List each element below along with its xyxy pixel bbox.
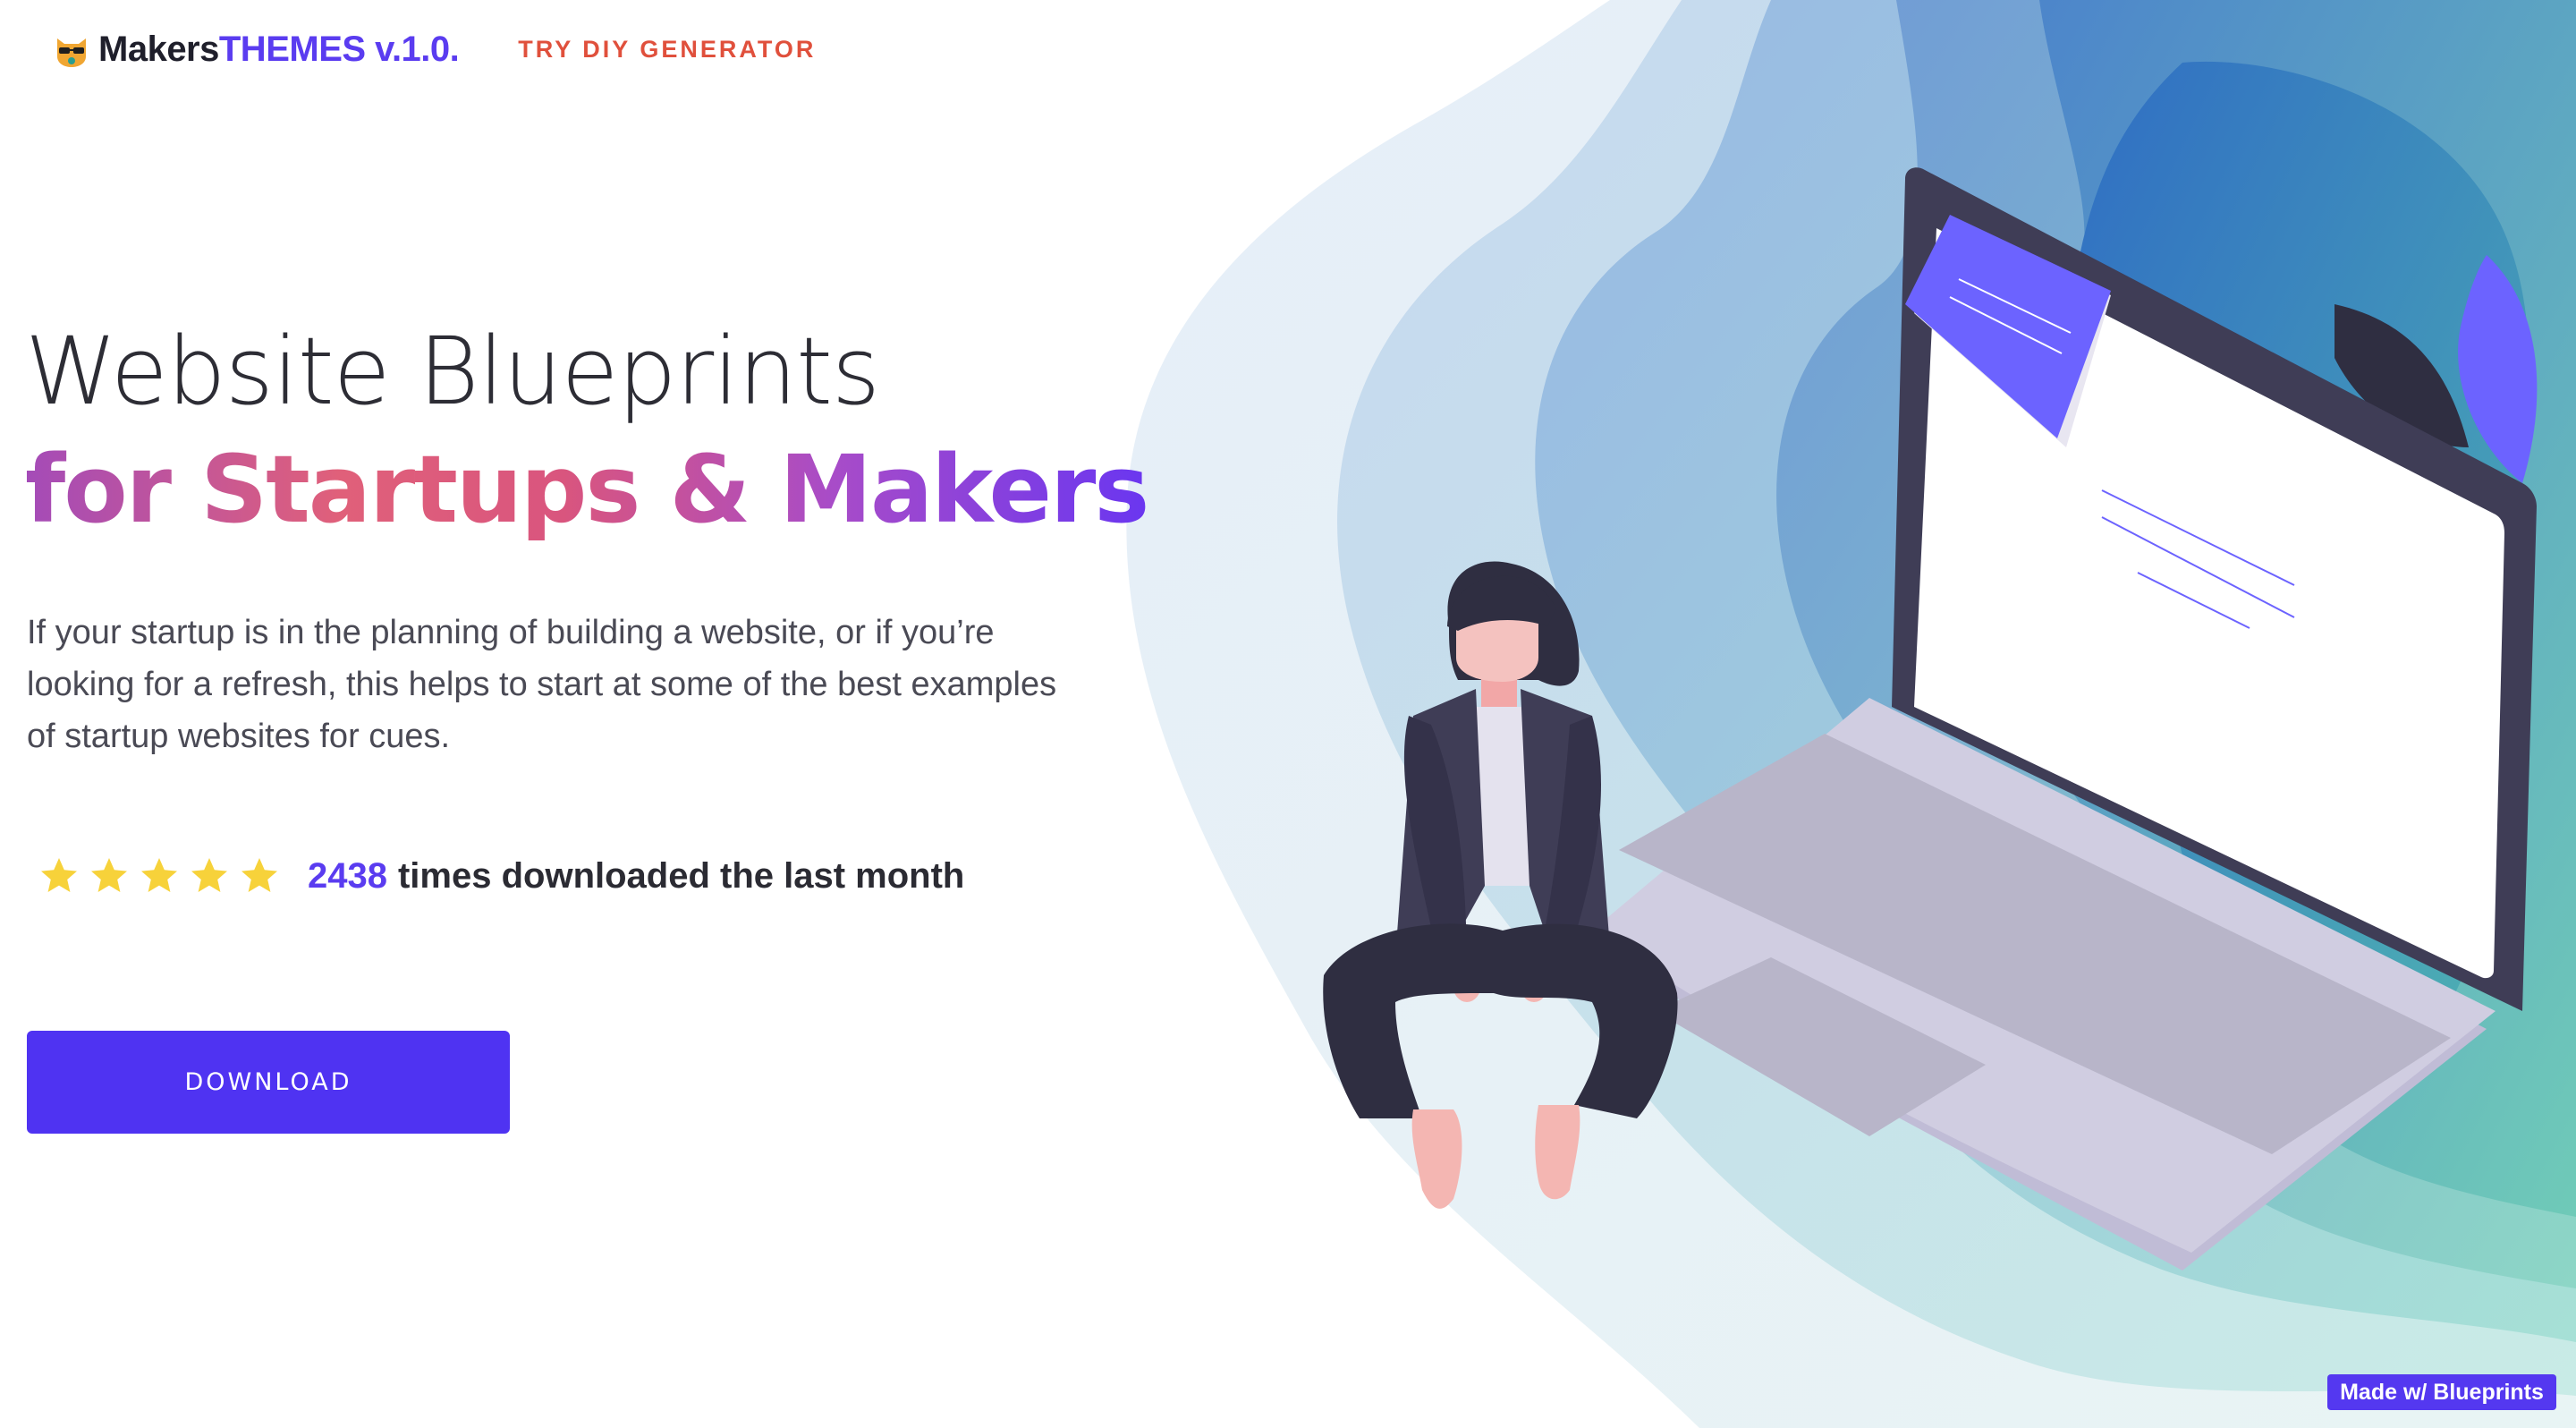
star-icon [242,858,277,892]
cat-sunglasses-icon [57,38,86,67]
download-count-label: times downloaded the last month [397,855,965,896]
download-button[interactable]: DOWNLOAD [27,1031,510,1134]
hero-description: If your startup is in the planning of bu… [27,614,1057,755]
try-diy-generator-link[interactable]: TRY DIY GENERATOR [518,36,816,64]
hero-illustration [1126,0,2576,1428]
site-logo[interactable]: Makers THEMES v.1.0. [52,29,460,70]
download-count: 2438 [308,855,387,896]
star-icon [141,858,177,892]
page: Makers THEMES v.1.0. TRY DIY GENERATOR We… [0,0,2576,1428]
star-icon [91,858,127,892]
logo-text-themes: THEMES v.1.0. [218,29,460,69]
star-icon [41,858,77,892]
download-rating: 2438 times downloaded the last month [38,845,964,907]
logo-text-makers: Makers [98,29,219,69]
star-icon [191,858,227,892]
hero-title-line-1: Website Blueprints [25,317,880,426]
site-header: Makers THEMES v.1.0. TRY DIY GENERATOR [52,27,816,72]
hero-title-line-2: for Startups & Makers [25,435,1149,544]
made-with-blueprints-badge[interactable]: Made w/ Blueprints [2327,1374,2556,1410]
